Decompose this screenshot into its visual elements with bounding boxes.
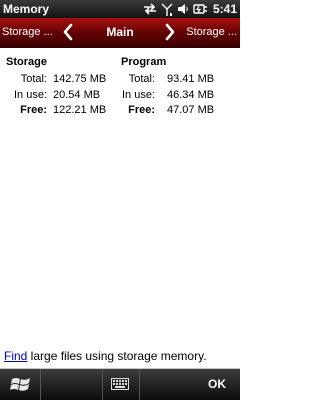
program-free-value: 47.07 MB xyxy=(167,104,215,116)
storage-header: Storage xyxy=(6,56,47,68)
program-in-use-label: In use: xyxy=(121,89,155,101)
title-bar: Memory 5:41 xyxy=(0,0,240,18)
storage-in-use-label: In use: xyxy=(13,89,47,101)
keyboard-icon[interactable] xyxy=(111,378,129,390)
storage-free-value: 122.21 MB xyxy=(53,104,107,116)
find-description: large files using storage memory. xyxy=(27,349,207,363)
find-link[interactable]: Find xyxy=(4,349,27,363)
windows-start-icon[interactable] xyxy=(10,375,32,395)
chevron-right-icon[interactable] xyxy=(164,23,176,41)
storage-in-use-value: 20.54 MB xyxy=(53,89,101,101)
sync-arrows-icon xyxy=(143,3,156,15)
tab-navigation-bar: Storage ... Main Storage ... xyxy=(0,18,240,48)
ok-button[interactable]: OK xyxy=(208,376,226,392)
program-header: Program xyxy=(121,56,167,68)
status-area[interactable]: 5:41 xyxy=(143,1,237,17)
window-title: Memory xyxy=(3,2,50,16)
storage-free-label: Free: xyxy=(20,104,47,116)
storage-total-value: 142.75 MB xyxy=(53,73,107,85)
find-large-files-text: Find large files using storage memory. xyxy=(4,349,207,363)
program-total-label: Total: xyxy=(128,73,155,85)
storage-total-label: Total: xyxy=(20,73,47,85)
next-tab-label[interactable]: Storage ... xyxy=(186,26,237,39)
clock: 5:41 xyxy=(212,2,237,16)
volume-icon xyxy=(177,4,188,14)
soft-key-bar: OK xyxy=(0,369,240,400)
program-in-use-value: 46.34 MB xyxy=(167,89,215,101)
program-free-label: Free: xyxy=(128,104,155,116)
power-icon xyxy=(193,4,207,14)
program-total-value: 93.41 MB xyxy=(167,73,215,85)
signal-strength-icon xyxy=(161,3,173,16)
